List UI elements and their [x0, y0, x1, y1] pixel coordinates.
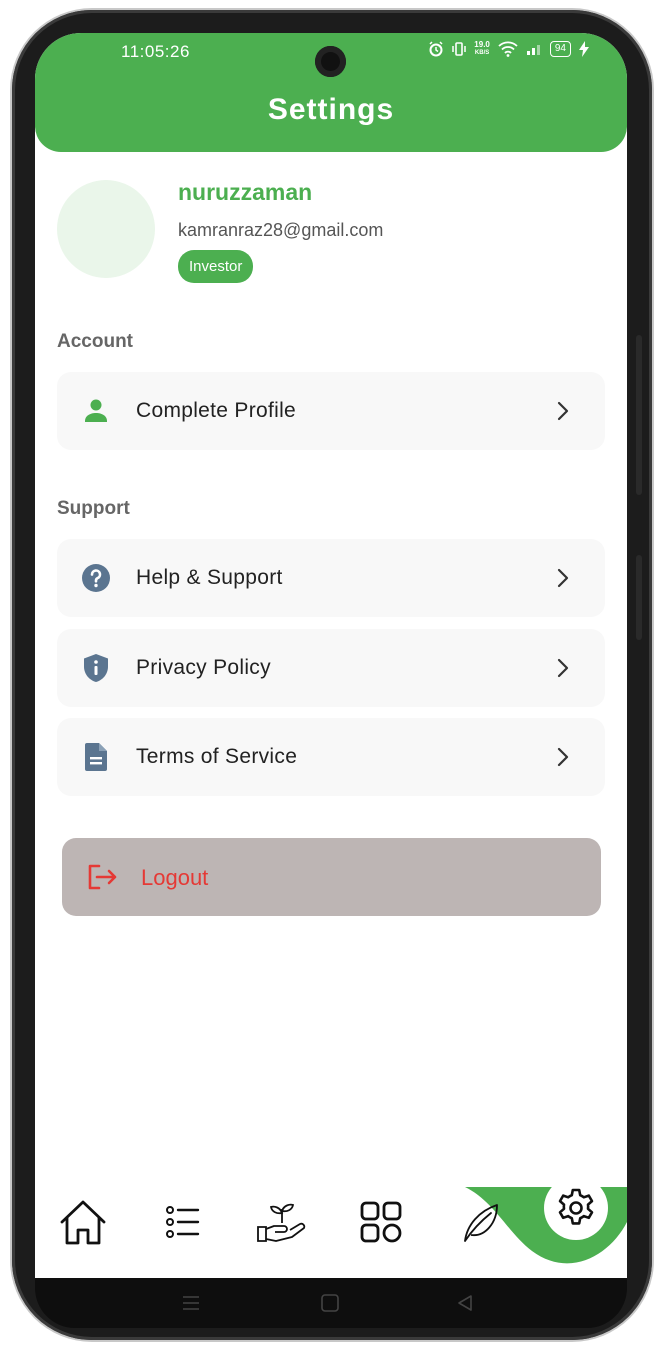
avatar[interactable]: [57, 180, 155, 278]
logout-button[interactable]: Logout: [62, 838, 601, 916]
home-square-icon[interactable]: [320, 1293, 340, 1313]
charging-icon: [579, 41, 589, 57]
logout-icon: [88, 864, 117, 890]
document-icon: [85, 743, 107, 771]
person-icon: [85, 399, 107, 422]
leaf-icon[interactable]: [459, 1201, 501, 1245]
battery-indicator: 94: [549, 41, 571, 57]
signal-icon: [526, 45, 540, 55]
gear-icon: [558, 1188, 594, 1225]
front-camera: [315, 46, 346, 77]
status-time: 11:05:26: [121, 42, 190, 61]
chevron-right-icon: [557, 747, 569, 767]
back-triangle-icon[interactable]: [455, 1293, 475, 1313]
hand-plant-icon[interactable]: [256, 1201, 308, 1245]
menu-icon[interactable]: [181, 1293, 201, 1313]
status-icons: 19.0 KB/S 94: [428, 41, 589, 57]
role-badge: Investor: [178, 250, 254, 283]
menu-item-label: Help & Support: [136, 566, 283, 589]
menu-item-terms-of-service[interactable]: Terms of Service: [57, 718, 605, 796]
net-speed-unit: KB/S: [474, 50, 490, 56]
app-screen: 11:05:26 19.0 KB/S 94 Settings nuruzzama…: [35, 33, 627, 1278]
wifi-icon: [498, 41, 518, 57]
chevron-right-icon: [557, 658, 569, 678]
menu-item-complete-profile[interactable]: Complete Profile: [57, 372, 605, 450]
grid-icon[interactable]: [360, 1201, 402, 1243]
shield-info-icon: [84, 654, 108, 682]
volume-button: [636, 335, 642, 495]
logout-label: Logout: [141, 865, 209, 890]
chevron-right-icon: [557, 401, 569, 421]
alarm-icon: [429, 41, 443, 57]
profile-email: kamranraz28@gmail.com: [178, 220, 384, 240]
chevron-right-icon: [557, 568, 569, 588]
menu-item-help-support[interactable]: Help & Support: [57, 539, 605, 617]
net-speed-value: 19.0: [474, 40, 490, 49]
list-icon[interactable]: [163, 1204, 201, 1240]
section-title-account: Account: [57, 331, 133, 352]
section-title-support: Support: [57, 498, 130, 519]
bottom-nav: [35, 1171, 627, 1278]
system-nav-bar: [35, 1278, 627, 1328]
net-speed: 19.0 KB/S: [474, 41, 490, 57]
menu-item-label: Complete Profile: [136, 399, 297, 422]
menu-item-label: Privacy Policy: [136, 656, 271, 679]
menu-item-label: Terms of Service: [136, 745, 298, 768]
power-button: [636, 555, 642, 640]
header: 11:05:26 19.0 KB/S 94 Settings: [35, 33, 627, 152]
page-title: Settings: [267, 93, 395, 126]
menu-item-privacy-policy[interactable]: Privacy Policy: [57, 629, 605, 707]
vibrate-icon: [452, 42, 467, 56]
help-circle-icon: [82, 564, 110, 592]
settings-tab[interactable]: [544, 1176, 608, 1240]
home-icon[interactable]: [57, 1197, 109, 1249]
profile-name: nuruzzaman: [178, 179, 313, 205]
